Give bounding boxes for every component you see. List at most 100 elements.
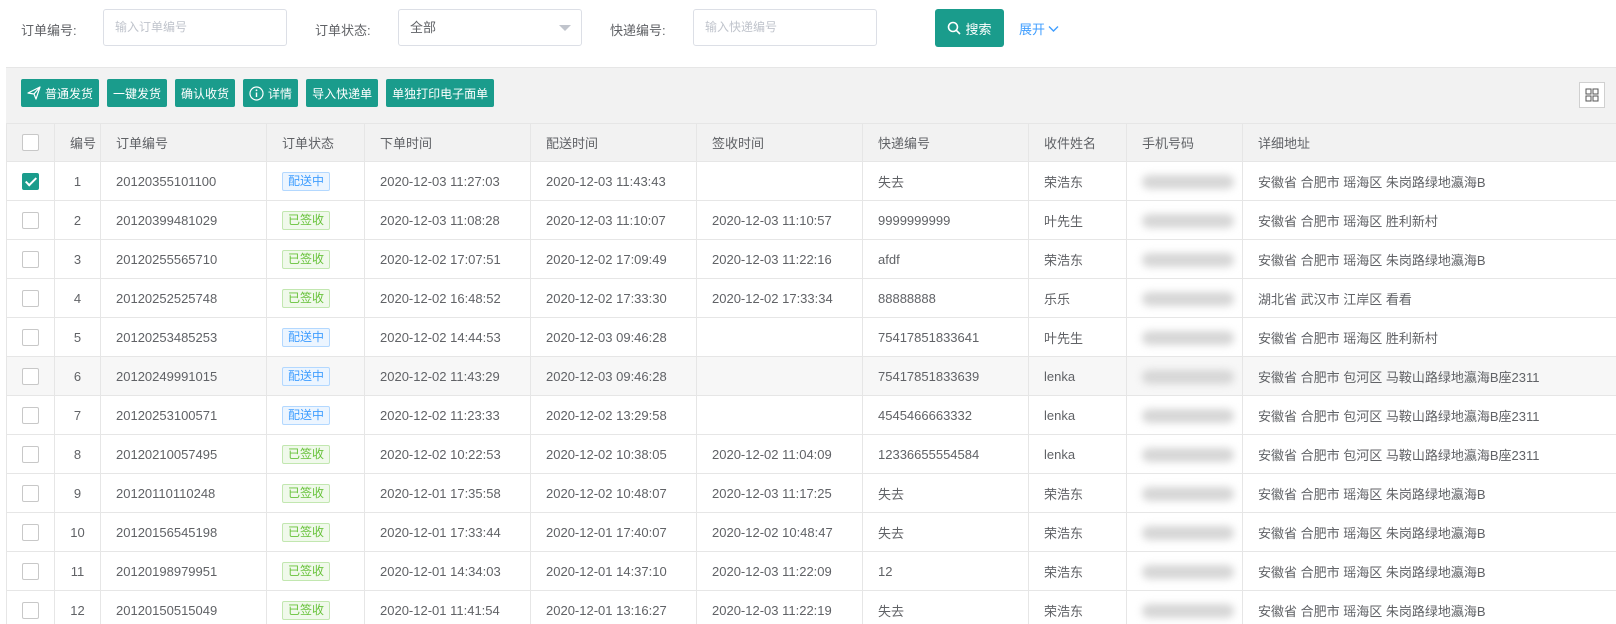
order-status-cell: 配送中 — [266, 317, 365, 357]
print-waybill-label: 单独打印电子面单 — [392, 86, 489, 101]
col-header[interactable]: 订单状态 — [266, 123, 365, 162]
one-click-ship-button[interactable]: 一键发货 — [107, 79, 168, 107]
order-number: 20120150515049 — [100, 590, 267, 624]
table-row[interactable]: 10 20120156545198 已签收 2020-12-01 17:33:44 20… — [6, 512, 1616, 552]
status-badge: 已签收 — [282, 249, 331, 269]
columns-icon — [1585, 88, 1599, 102]
confirm-receipt-button[interactable]: 确认收货 — [175, 79, 236, 107]
ship-time: 2020-12-03 09:46:28 — [530, 356, 697, 396]
table-body: 1 20120355101100 配送中 2020-12-03 11:27:03 202… — [6, 161, 1616, 624]
express-input[interactable]: 输入快递编号 — [693, 9, 877, 46]
normal-ship-button[interactable]: 普通发货 — [21, 79, 100, 107]
table-header-row: 编号 订单编号 订单状态 下单时间 配送时间 签收时间 快递编号 收件姓名 手机… — [6, 123, 1616, 162]
order-status-cell: 已签收 — [266, 434, 365, 474]
col-header[interactable]: 订单编号 — [100, 123, 267, 162]
recipient-name: 荣浩东 — [1028, 590, 1127, 624]
row-select-cell — [6, 278, 55, 318]
address: 安徽省 合肥市 瑶海区 朱岗路绿地瀛海B — [1242, 551, 1616, 591]
address: 安徽省 合肥市 瑶海区 胜利新村 — [1242, 200, 1616, 240]
row-checkbox[interactable] — [22, 406, 39, 424]
order-number: 20120156545198 — [100, 512, 267, 552]
col-header[interactable]: 配送时间 — [530, 123, 697, 162]
express-number: 12336655554584 — [862, 434, 1029, 474]
search-button-label: 搜索 — [965, 21, 992, 37]
phone-cell — [1126, 434, 1243, 474]
order-time: 2020-12-01 14:34:03 — [364, 551, 531, 591]
row-checkbox[interactable] — [22, 445, 39, 463]
blurred-phone — [1142, 174, 1234, 189]
expand-link-label: 展开 — [1019, 22, 1046, 37]
table-row[interactable]: 7 20120253100571 配送中 2020-12-02 11:23:33 202… — [6, 395, 1616, 435]
order-time: 2020-12-02 11:43:29 — [364, 356, 531, 396]
import-express-button[interactable]: 导入快递单 — [306, 79, 379, 107]
col-header[interactable]: 快递编号 — [862, 123, 1029, 162]
order-time: 2020-12-01 11:41:54 — [364, 590, 531, 624]
table-row[interactable]: 11 20120198979951 已签收 2020-12-01 14:34:03 20… — [6, 551, 1616, 591]
row-checkbox[interactable] — [22, 211, 39, 229]
table-row[interactable]: 4 20120252525748 已签收 2020-12-02 16:48:52 202… — [6, 278, 1616, 318]
blurred-phone — [1142, 486, 1234, 501]
address: 安徽省 合肥市 瑶海区 朱岗路绿地瀛海B — [1242, 161, 1616, 201]
status-label: 订单状态: — [315, 23, 371, 38]
table-row[interactable]: 12 20120150515049 已签收 2020-12-01 11:41:54 20… — [6, 590, 1616, 624]
ship-time: 2020-12-01 17:40:07 — [530, 512, 697, 552]
row-checkbox[interactable] — [22, 484, 39, 502]
order-time: 2020-12-02 10:22:53 — [364, 434, 531, 474]
col-header[interactable]: 下单时间 — [364, 123, 531, 162]
details-button[interactable]: 详情 — [243, 79, 299, 107]
row-checkbox[interactable] — [22, 289, 39, 307]
phone-cell — [1126, 551, 1243, 591]
row-select-cell — [6, 551, 55, 591]
row-select-cell — [6, 590, 55, 624]
table-row[interactable]: 5 20120253485253 配送中 2020-12-02 14:44:53 202… — [6, 317, 1616, 357]
sign-time: 2020-12-03 11:17:25 — [696, 473, 863, 513]
col-header[interactable]: 详细地址 — [1242, 123, 1616, 162]
row-checkbox[interactable] — [22, 523, 39, 541]
order-no-input[interactable]: 输入订单编号 — [103, 9, 287, 46]
table-row[interactable]: 8 20120210057495 已签收 2020-12-02 10:22:53 202… — [6, 434, 1616, 474]
row-checkbox[interactable] — [22, 172, 39, 190]
chevron-down-icon — [1048, 25, 1059, 32]
row-checkbox[interactable] — [22, 601, 39, 619]
recipient-name: 荣浩东 — [1028, 551, 1127, 591]
select-all-checkbox[interactable] — [22, 134, 39, 152]
status-badge: 已签收 — [282, 522, 331, 542]
one-click-ship-label: 一键发货 — [113, 86, 162, 101]
row-number: 6 — [54, 356, 101, 396]
expand-link[interactable]: 展开 — [1019, 19, 1059, 38]
print-waybill-button[interactable]: 单独打印电子面单 — [386, 79, 495, 107]
row-checkbox[interactable] — [22, 562, 39, 580]
toolbar: 普通发货 一键发货 确认收货 详情 导入快递单 单独打印电子面单 — [21, 79, 495, 107]
col-header[interactable]: 手机号码 — [1126, 123, 1243, 162]
table-row[interactable]: 9 20120110110248 已签收 2020-12-01 17:35:58 202… — [6, 473, 1616, 513]
table-row[interactable]: 3 20120255565710 已签收 2020-12-02 17:07:51 202… — [6, 239, 1616, 279]
table-row[interactable]: 2 20120399481029 已签收 2020-12-03 11:08:28 202… — [6, 200, 1616, 240]
search-button[interactable]: 搜索 — [935, 9, 1004, 47]
ship-time: 2020-12-01 14:37:10 — [530, 551, 697, 591]
col-header[interactable]: 签收时间 — [696, 123, 863, 162]
table-row[interactable]: 6 20120249991015 配送中 2020-12-02 11:43:29 202… — [6, 356, 1616, 396]
column-settings-button[interactable] — [1579, 82, 1605, 108]
blurred-phone — [1142, 603, 1234, 618]
row-checkbox[interactable] — [22, 367, 39, 385]
address: 湖北省 武汉市 江岸区 看看 — [1242, 278, 1616, 318]
status-badge: 配送中 — [282, 327, 331, 347]
address: 安徽省 合肥市 瑶海区 朱岗路绿地瀛海B — [1242, 473, 1616, 513]
express-number: 失去 — [862, 161, 1029, 201]
recipient-name: 叶先生 — [1028, 317, 1127, 357]
row-checkbox[interactable] — [22, 328, 39, 346]
phone-cell — [1126, 200, 1243, 240]
recipient-name: 荣浩东 — [1028, 512, 1127, 552]
col-header[interactable]: 编号 — [54, 123, 101, 162]
express-number: 9999999999 — [862, 200, 1029, 240]
table-row[interactable]: 1 20120355101100 配送中 2020-12-03 11:27:03 202… — [6, 161, 1616, 201]
status-badge: 配送中 — [282, 405, 331, 425]
status-select[interactable]: 全部 — [398, 9, 582, 46]
order-time: 2020-12-02 11:23:33 — [364, 395, 531, 435]
ship-time: 2020-12-02 13:29:58 — [530, 395, 697, 435]
col-header[interactable]: 收件姓名 — [1028, 123, 1127, 162]
order-time: 2020-12-02 17:07:51 — [364, 239, 531, 279]
row-checkbox[interactable] — [22, 250, 39, 268]
status-badge: 已签收 — [282, 483, 331, 503]
blurred-phone — [1142, 525, 1234, 540]
